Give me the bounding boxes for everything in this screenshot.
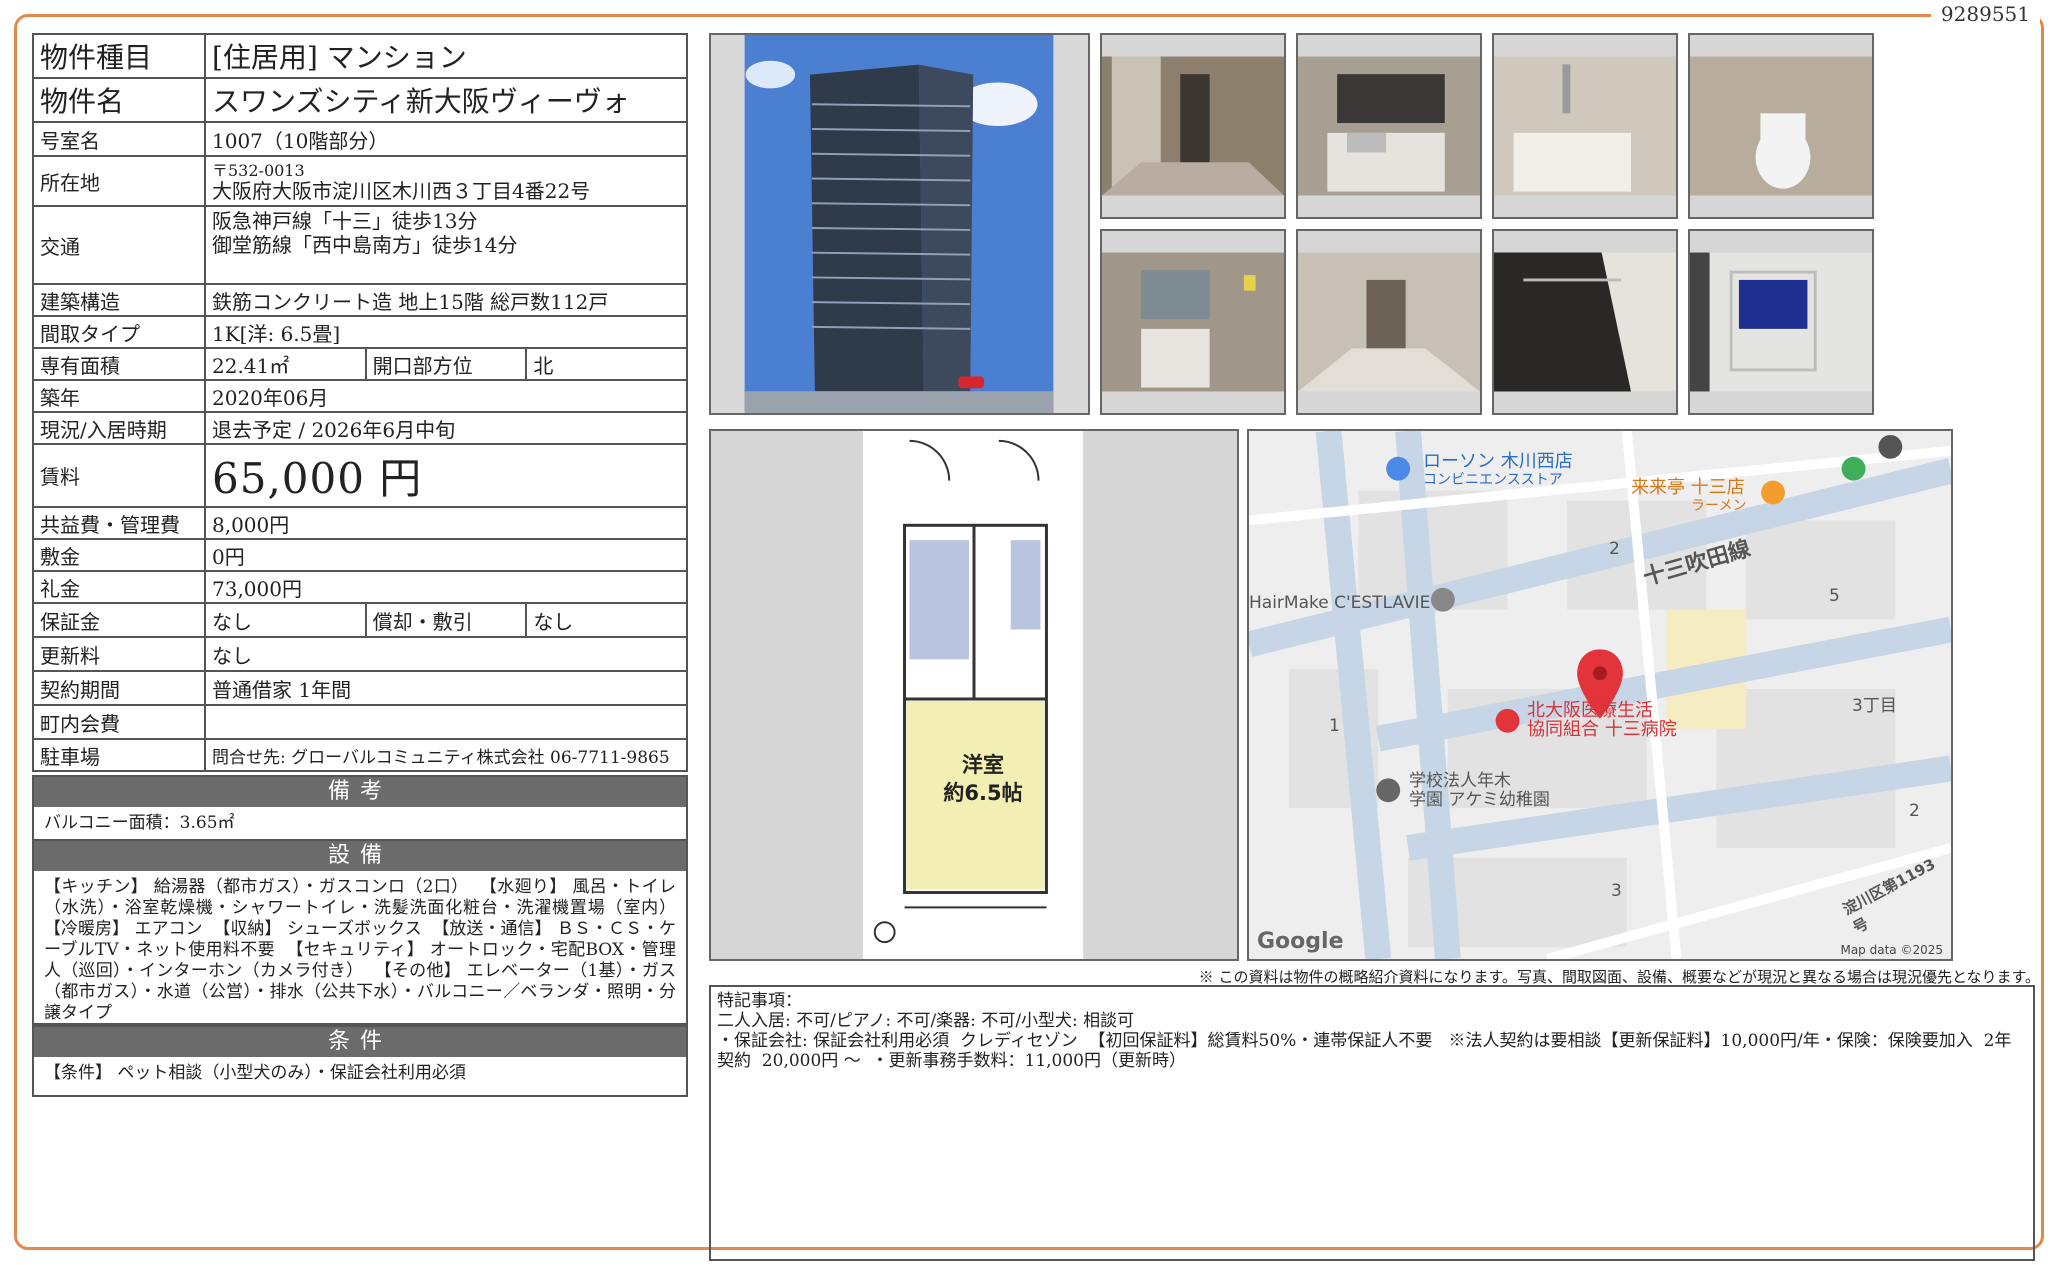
name-label: 物件名	[32, 77, 206, 123]
disclaimer-note: ※ この資料は物件の概略紹介資料になります。写真、間取図面、設備、概要などが現況…	[1198, 968, 2040, 986]
entrance-hallway-photo	[1100, 33, 1286, 219]
association-fee-value	[204, 704, 688, 740]
transport-line-1: 阪急神戸線「十三」徒歩13分	[212, 209, 478, 233]
property-spec-table: 物件種目 [住居用] マンション 物件名 スワンズシティ新大阪ヴィーヴォ 号室名…	[32, 33, 688, 772]
area-label: 専有面積	[32, 347, 206, 381]
amortization-label: 償却・敷引	[364, 602, 528, 638]
area-value: 22.41㎡	[204, 347, 367, 381]
map-block-number: 2	[1909, 801, 1920, 821]
amortization-value: なし	[525, 602, 688, 638]
map-label-hospital-2: 協同組合 十三病院	[1527, 719, 1677, 740]
map-block-number: 3	[1611, 881, 1622, 901]
map-label-school-2: 学園 アケミ幼稚園	[1409, 790, 1550, 810]
deposit-value: 0円	[204, 538, 688, 572]
equipment-section: 設備 【キッチン】 給湯器（都市ガス）・ガスコンロ（2口） 【水廻り】 風呂・ト…	[32, 839, 688, 1025]
document-number: 9289551	[1930, 2, 2040, 26]
location-map[interactable]: ローソン 木川西店 コンビニエンスストア 来来亭 十三店 ラーメン HairMa…	[1247, 429, 1953, 961]
map-block-number: 1	[1329, 716, 1340, 736]
key-money-label: 礼金	[32, 570, 206, 604]
fee-label: 共益費・管理費	[32, 506, 206, 540]
equipment-heading: 設備	[34, 841, 686, 871]
floorplan-room-size: 約6.5帖	[943, 781, 1023, 805]
status-label: 現況/入居時期	[32, 411, 206, 445]
layout-value: 1K[洋: 6.5畳]	[204, 315, 688, 349]
direction-label: 開口部方位	[364, 347, 528, 381]
layout-label: 間取タイプ	[32, 315, 206, 349]
renewal-label: 更新料	[32, 636, 206, 672]
fee-value: 8,000円	[204, 506, 688, 540]
floorplan-room-name: 洋室	[962, 753, 1004, 777]
built-value: 2020年06月	[204, 379, 688, 413]
built-label: 築年	[32, 379, 206, 413]
floor-plan: 洋室 約6.5帖	[709, 429, 1239, 961]
structure-value: 鉄筋コンクリート造 地上15階 総戸数112戸	[204, 283, 688, 317]
conditions-heading: 条件	[34, 1027, 686, 1057]
closet-photo	[1492, 229, 1678, 415]
special-notes-title: 特記事項：	[717, 991, 802, 1011]
toilet-photo	[1688, 33, 1874, 219]
parking-label: 駐車場	[32, 738, 206, 772]
map-label-ramen: ラーメン	[1691, 498, 1747, 514]
map-block-number: 5	[1829, 586, 1840, 606]
map-attribution: Map data ©2025	[1840, 943, 1943, 957]
rent-value: 65,000 円	[204, 443, 688, 508]
conditions-section: 条件 【条件】 ペット相談（小型犬のみ）・保証会社利用必須	[32, 1025, 688, 1097]
washbasin-photo	[1100, 229, 1286, 415]
map-label-rairaitei: 来来亭 十三店	[1631, 477, 1745, 498]
google-logo: Google	[1257, 929, 1344, 954]
deposit-label: 敷金	[32, 538, 206, 572]
map-block-number: 2	[1609, 539, 1620, 559]
contract-value: 普通借家 1年間	[204, 670, 688, 706]
parking-value: 問合せ先: グローバルコミュニティ株式会社 06-7711-9865	[204, 738, 688, 772]
type-value: [住居用] マンション	[204, 33, 688, 79]
living-room-photo	[1296, 229, 1482, 415]
guarantee-label: 保証金	[32, 602, 206, 638]
structure-label: 建築構造	[32, 283, 206, 317]
special-notes-box: 特記事項： 二人入居: 不可/ピアノ: 不可/楽器: 不可/小型犬: 相談可 ・…	[709, 985, 2035, 1261]
association-fee-label: 町内会費	[32, 704, 206, 740]
conditions-body: 【条件】 ペット相談（小型犬のみ）・保証会社利用必須	[44, 1063, 466, 1083]
remarks-body: バルコニー面積：3.65㎡	[44, 813, 235, 833]
address-label: 所在地	[32, 155, 206, 207]
equipment-body: 【キッチン】 給湯器（都市ガス）・ガスコンロ（2口） 【水廻り】 風呂・トイレ（…	[44, 877, 687, 1023]
special-notes-line-1: 二人入居: 不可/ピアノ: 不可/楽器: 不可/小型犬: 相談可	[717, 1011, 1135, 1031]
transport-label: 交通	[32, 205, 206, 285]
rent-label: 賃料	[32, 443, 206, 508]
contract-label: 契約期間	[32, 670, 206, 706]
type-label: 物件種目	[32, 33, 206, 79]
guarantee-value: なし	[204, 602, 367, 638]
map-label-convenience: コンビニエンスストア	[1423, 472, 1563, 488]
key-money-value: 73,000円	[204, 570, 688, 604]
transport-line-2: 御堂筋線「西中島南方」徒歩14分	[212, 233, 518, 257]
intercom-panel-photo	[1688, 229, 1874, 415]
remarks-heading: 備考	[34, 777, 686, 807]
kitchen-photo	[1296, 33, 1482, 219]
bathroom-photo	[1492, 33, 1678, 219]
map-label-hairmake: HairMake C'ESTLAVIE	[1249, 593, 1431, 613]
renewal-value: なし	[204, 636, 688, 672]
address-value: 大阪府大阪市淀川区木川西３丁目4番22号	[212, 179, 591, 203]
map-label-lawson: ローソン 木川西店	[1423, 451, 1573, 472]
map-label-school-1: 学校法人年木	[1409, 771, 1511, 791]
postal-code: 〒532-0013	[212, 161, 305, 180]
map-label-chome: 3丁目	[1852, 696, 1897, 716]
building-exterior-photo	[709, 33, 1090, 415]
room-value: 1007（10階部分）	[204, 121, 688, 157]
name-value: スワンズシティ新大阪ヴィーヴォ	[204, 77, 688, 123]
direction-value: 北	[525, 347, 688, 381]
special-notes-line-2: ・保証会社: 保証会社利用必須 クレディセゾン 【初回保証料】総賃料50%・連帯…	[717, 1031, 2012, 1071]
status-value: 退去予定 / 2026年6月中旬	[204, 411, 688, 445]
room-label: 号室名	[32, 121, 206, 157]
remarks-section: 備考 バルコニー面積：3.65㎡	[32, 775, 688, 843]
map-label-hospital-1: 北大阪医療生活	[1527, 700, 1653, 721]
